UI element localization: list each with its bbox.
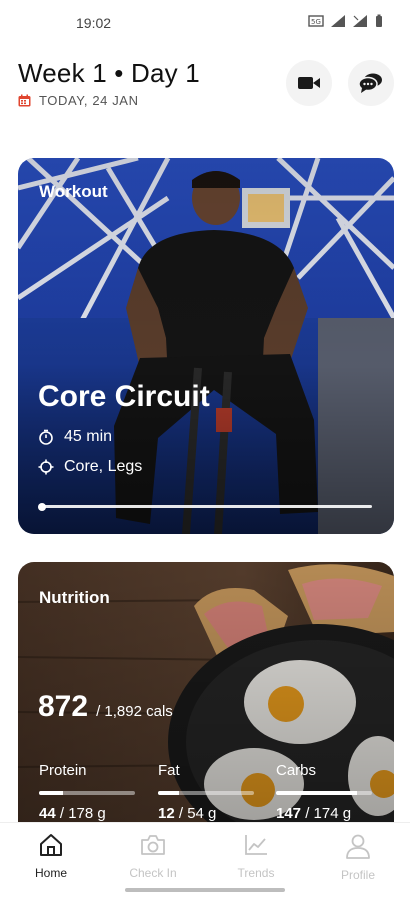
workout-progress-bar [38, 502, 372, 511]
chat-bubbles-icon [358, 73, 382, 93]
camera-icon [141, 835, 165, 855]
workout-card[interactable]: Workout Core Circuit 45 min Core, Legs [18, 158, 394, 534]
calories-goal: / 1,892 cals [96, 703, 173, 720]
macro-current: 12 [158, 805, 175, 822]
workout-focus: Core, Legs [38, 458, 142, 476]
tab-label: Home [34, 866, 67, 880]
signal-2-icon [353, 15, 367, 27]
workout-focus-text: Core, Legs [64, 458, 143, 475]
macro-value: 44 / 178 g [39, 805, 139, 822]
battery-icon [376, 14, 382, 27]
video-camera-icon [298, 77, 320, 89]
date-row: TODAY, 24 JAN [18, 93, 398, 108]
header: Week 1 • Day 1 TODAY, 24 JAN [18, 58, 398, 118]
profile-icon [346, 834, 370, 859]
macro-carbs: Carbs 147 / 174 g [276, 762, 376, 822]
chart-icon [245, 835, 267, 855]
macro-current: 147 [276, 805, 302, 822]
macro-goal: / 54 g [178, 805, 217, 822]
calories-consumed: 872 [38, 690, 89, 723]
macro-goal: / 174 g [305, 805, 352, 822]
workout-progress-marker [38, 502, 46, 511]
tab-profile[interactable]: Profile [318, 833, 398, 882]
tab-home[interactable]: Home [11, 833, 91, 880]
tab-label: Check In [129, 866, 177, 880]
macro-fat: Fat 12 / 54 g [158, 762, 258, 822]
signal-icon [331, 15, 345, 27]
tab-check-in[interactable]: Check In [113, 833, 193, 880]
macro-goal: / 178 g [59, 805, 106, 822]
macro-label: Protein [39, 762, 87, 779]
macro-progress-fill [158, 791, 180, 795]
svg-text:5G: 5G [311, 18, 321, 26]
macro-progress-fill [276, 791, 357, 795]
macro-current: 44 [39, 805, 56, 822]
workout-label: Workout [39, 182, 108, 201]
macro-value: 12 / 54 g [158, 805, 258, 822]
video-call-button[interactable] [286, 60, 332, 106]
workout-title: Core Circuit [38, 380, 210, 413]
workout-duration-text: 45 min [64, 428, 113, 445]
tab-trends[interactable]: Trends [216, 833, 296, 880]
workout-photo [18, 158, 394, 534]
macro-progress-bar [39, 791, 135, 795]
macro-label: Carbs [276, 762, 317, 779]
date-label: TODAY, 24 JAN [39, 93, 139, 108]
stopwatch-icon [39, 429, 53, 445]
nutrition-card[interactable]: Nutrition 872 / 1,892 cals Protein 44 / … [18, 562, 394, 832]
macro-progress-bar [276, 791, 372, 795]
home-indicator [125, 888, 285, 892]
macro-protein: Protein 44 / 178 g [39, 762, 139, 822]
macro-progress-fill [39, 791, 63, 795]
macro-label: Fat [158, 762, 180, 779]
workout-duration: 45 min [38, 428, 112, 446]
status-bar: 19:02 5G [0, 0, 410, 46]
target-icon [38, 459, 54, 475]
nutrition-label: Nutrition [39, 588, 110, 607]
page-title: Week 1 • Day 1 [18, 58, 200, 88]
chat-button[interactable] [348, 60, 394, 106]
data-icon: 5G [308, 15, 324, 27]
tab-label: Trends [237, 866, 275, 880]
calendar-icon [18, 94, 31, 107]
home-icon [40, 834, 62, 856]
tab-label: Profile [340, 868, 375, 882]
macro-value: 147 / 174 g [276, 805, 376, 822]
macro-progress-bar [158, 791, 254, 795]
calories-summary: 872 / 1,892 cals [38, 690, 173, 724]
status-time: 19:02 [76, 15, 112, 31]
status-icons: 5G [308, 14, 384, 28]
